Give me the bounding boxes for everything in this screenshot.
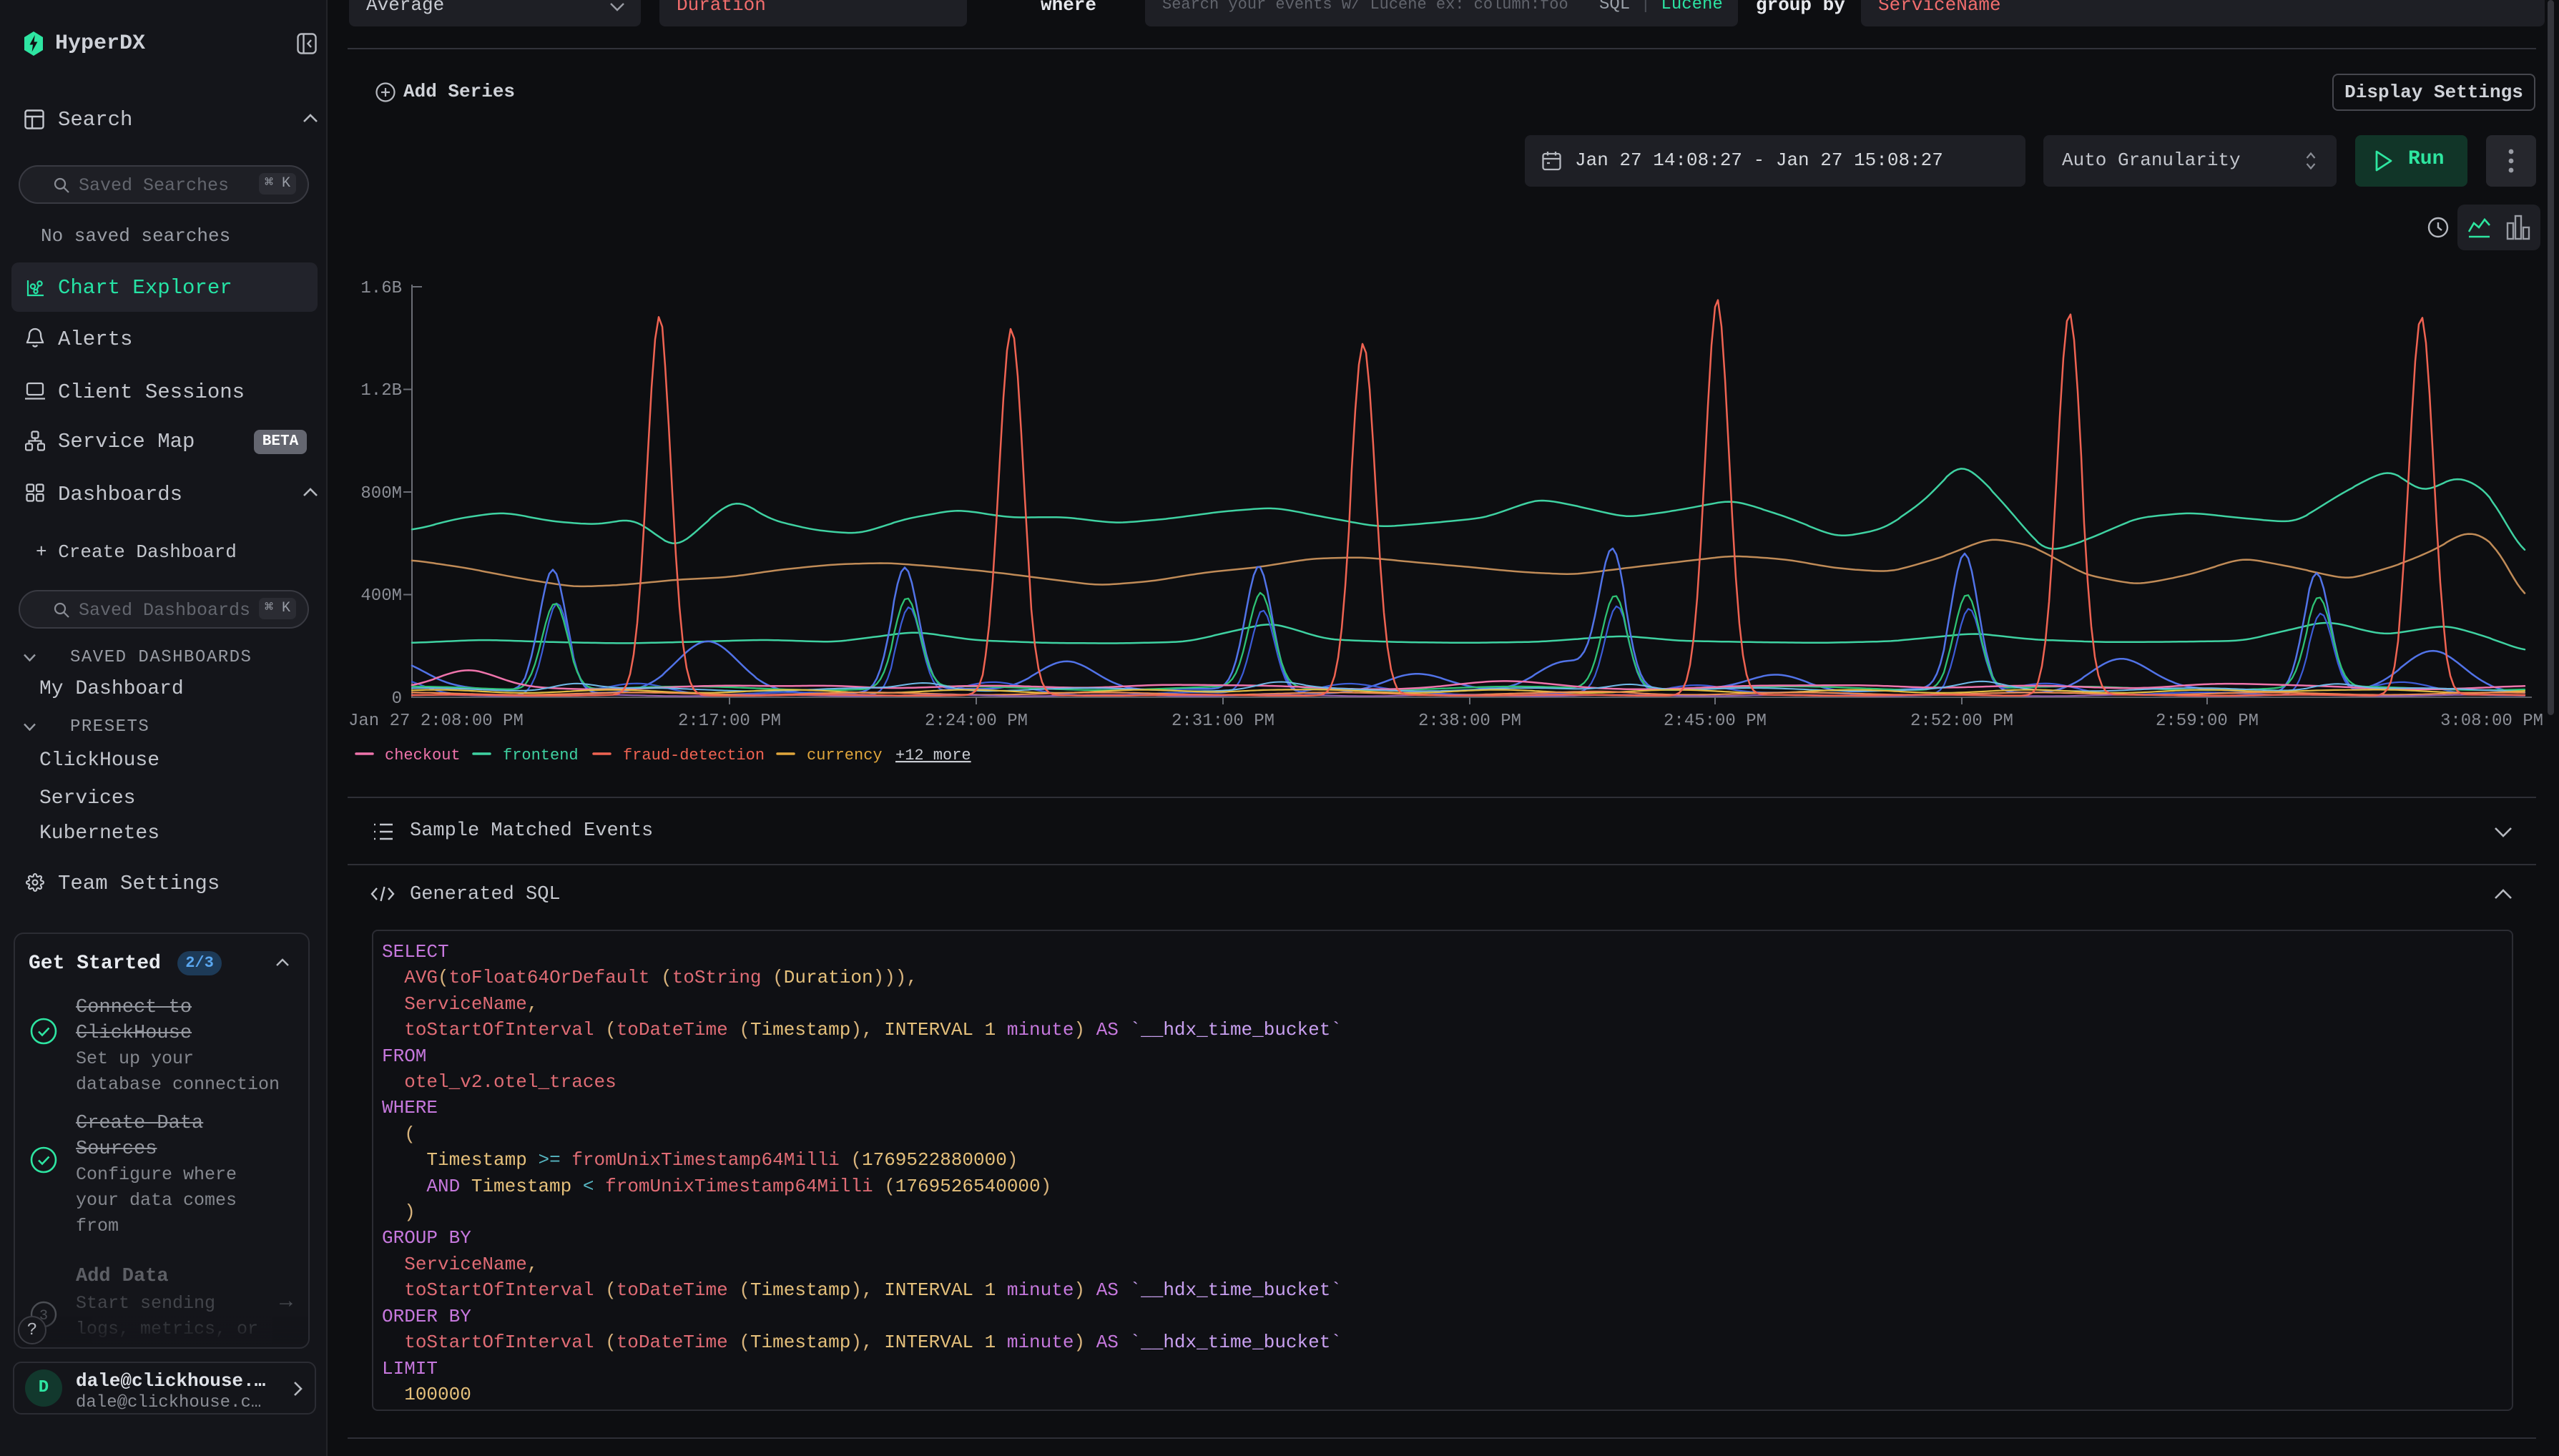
- svg-text:2:45:00 PM: 2:45:00 PM: [1664, 712, 1767, 731]
- svg-text:1.6B: 1.6B: [360, 279, 402, 298]
- svg-text:800M: 800M: [360, 484, 402, 503]
- svg-text:2:24:00 PM: 2:24:00 PM: [925, 712, 1028, 731]
- svg-text:frontend: frontend: [503, 747, 579, 764]
- svg-text:2:31:00 PM: 2:31:00 PM: [1172, 712, 1274, 731]
- svg-text:2:38:00 PM: 2:38:00 PM: [1418, 712, 1521, 731]
- svg-text:400M: 400M: [360, 586, 402, 606]
- svg-text:3:08:00 PM: 3:08:00 PM: [2440, 712, 2543, 731]
- svg-text:currency: currency: [807, 747, 883, 764]
- svg-text:1.2B: 1.2B: [360, 381, 402, 400]
- svg-text:2:52:00 PM: 2:52:00 PM: [1910, 712, 2013, 731]
- svg-text:2:59:00 PM: 2:59:00 PM: [2156, 712, 2259, 731]
- svg-text:0: 0: [392, 689, 402, 709]
- svg-text:fraud-detection: fraud-detection: [623, 747, 765, 764]
- svg-text:2:17:00 PM: 2:17:00 PM: [678, 712, 781, 731]
- svg-text:checkout: checkout: [385, 747, 461, 764]
- svg-text:+12 more: +12 more: [895, 747, 971, 764]
- svg-text:Jan 27 2:08:00 PM: Jan 27 2:08:00 PM: [348, 712, 524, 731]
